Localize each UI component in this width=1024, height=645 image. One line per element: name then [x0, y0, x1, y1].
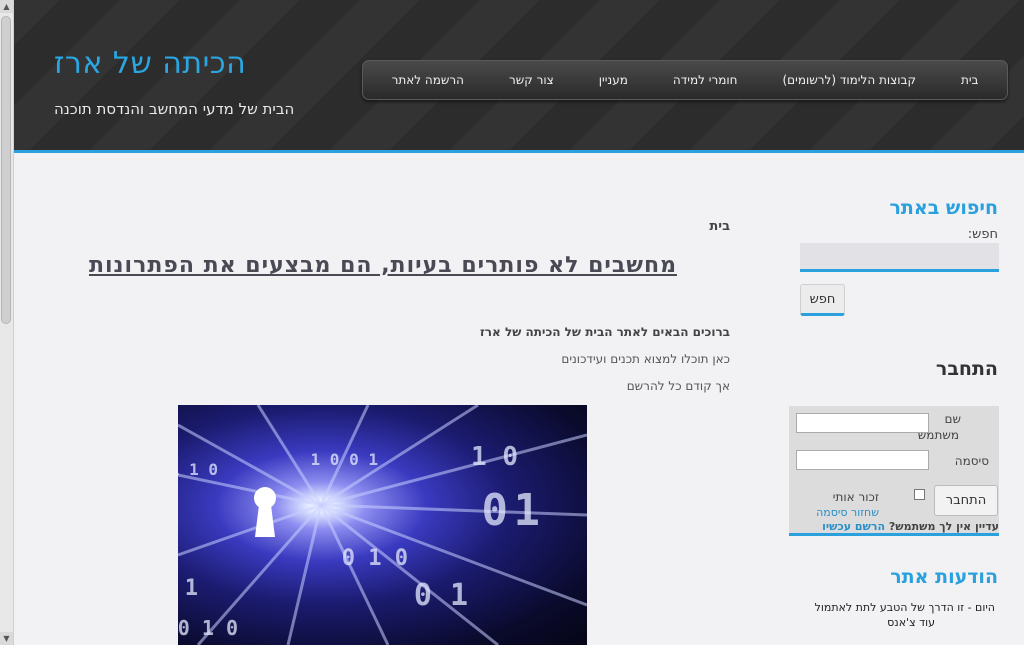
search-input[interactable] — [800, 243, 999, 272]
nav-item-interesting[interactable]: מעניין — [591, 73, 636, 87]
svg-text:1: 1 — [514, 485, 541, 536]
hero-graphic: 0 1 1 0 0 1 0 1 0 1 0 1 0 1 1 1 0 0 1 0 … — [178, 405, 587, 645]
intro-welcome: ברוכים הבאים לאתר הבית של הכיתה של ארז — [480, 325, 730, 339]
register-now-link[interactable]: הרשם עכשיו — [822, 520, 885, 533]
keyhole-icon — [254, 487, 276, 537]
remember-me-checkbox[interactable] — [914, 489, 925, 500]
forgot-password-link[interactable]: שחזור סיסמה — [816, 506, 879, 519]
site-title[interactable]: הכיתה של ארז — [54, 46, 246, 81]
svg-text:1 0: 1 0 — [414, 578, 468, 613]
remember-me-label: זכור אותי — [832, 490, 879, 504]
binary-digits: 0 1 1 0 0 1 0 1 0 1 0 1 0 1 1 1 0 0 1 0 … — [178, 442, 540, 640]
login-button[interactable]: התחבר — [934, 485, 998, 516]
username-label-1: שם — [944, 412, 961, 426]
login-form: שם משתמש סיסמה התחבר זכור אותי שחזור סיס… — [789, 406, 999, 536]
svg-text:1 0 1: 1 0 1 — [178, 576, 198, 601]
svg-text:0: 0 — [482, 485, 509, 536]
search-button[interactable]: חפש — [800, 284, 845, 316]
nav-item-contact[interactable]: צור קשר — [501, 73, 562, 87]
nav-item-learning-materials[interactable]: חומרי למידה — [665, 73, 746, 87]
notice-line-1: היום - זו הדרך של הטבע לתת לאתמול — [814, 601, 995, 614]
intro-line-1: כאן תוכלו למצוא תכנים ועידכונים — [561, 352, 730, 366]
nav-item-register[interactable]: הרשמה לאתר — [384, 73, 472, 87]
intro-line-2: אך קודם כל להרשם — [626, 379, 730, 393]
main-nav: בית קבוצות הלימוד (לרשומים) חומרי למידה … — [362, 60, 1008, 100]
no-account-text: עדיין אין לך משתמש? — [888, 520, 999, 533]
username-field[interactable] — [796, 413, 929, 433]
password-label: סיסמה — [954, 454, 989, 468]
site-notices-heading: הודעות אתר — [890, 566, 998, 588]
site-header: הכיתה של ארז הבית של מדעי המחשב והנדסת ת… — [0, 0, 1024, 153]
notice-line-2: עוד צ'אנס — [887, 616, 935, 629]
no-account-line: עדיין אין לך משתמש? הרשם עכשיו — [822, 520, 999, 533]
site-notice: היום - זו הדרך של הטבע לתת לאתמול עוד צ'… — [790, 600, 995, 630]
hero-binary-keyhole-image: 0 1 1 0 0 1 0 1 0 1 0 1 0 1 1 1 0 0 1 0 … — [178, 405, 587, 645]
login-heading: התחבר — [935, 358, 998, 380]
window-scrollbar[interactable]: ▲ ▼ — [0, 0, 14, 645]
nav-item-study-groups[interactable]: קבוצות הלימוד (לרשומים) — [775, 73, 924, 87]
scroll-up-icon[interactable]: ▲ — [0, 0, 13, 13]
search-heading: חיפוש באתר — [889, 197, 998, 219]
post-title[interactable]: מחשבים לא פותרים בעיות, הם מבצעים את הפת… — [60, 253, 677, 278]
password-field[interactable] — [796, 450, 929, 470]
site-tagline: הבית של מדעי המחשב והנדסת תוכנה — [54, 100, 295, 118]
scrollbar-thumb[interactable] — [1, 16, 11, 324]
nav-item-home[interactable]: בית — [953, 73, 987, 87]
scroll-down-icon[interactable]: ▼ — [0, 632, 13, 645]
breadcrumb: בית — [709, 219, 730, 234]
svg-text:0 1: 0 1 — [471, 442, 518, 472]
svg-text:0 1 0: 0 1 0 — [342, 546, 408, 571]
search-label: חפש: — [967, 227, 998, 242]
svg-text:0 1 0: 0 1 0 — [178, 616, 238, 640]
svg-text:0 1 1: 0 1 1 — [178, 460, 218, 479]
svg-text:1 0 0 1: 1 0 0 1 — [311, 450, 378, 469]
